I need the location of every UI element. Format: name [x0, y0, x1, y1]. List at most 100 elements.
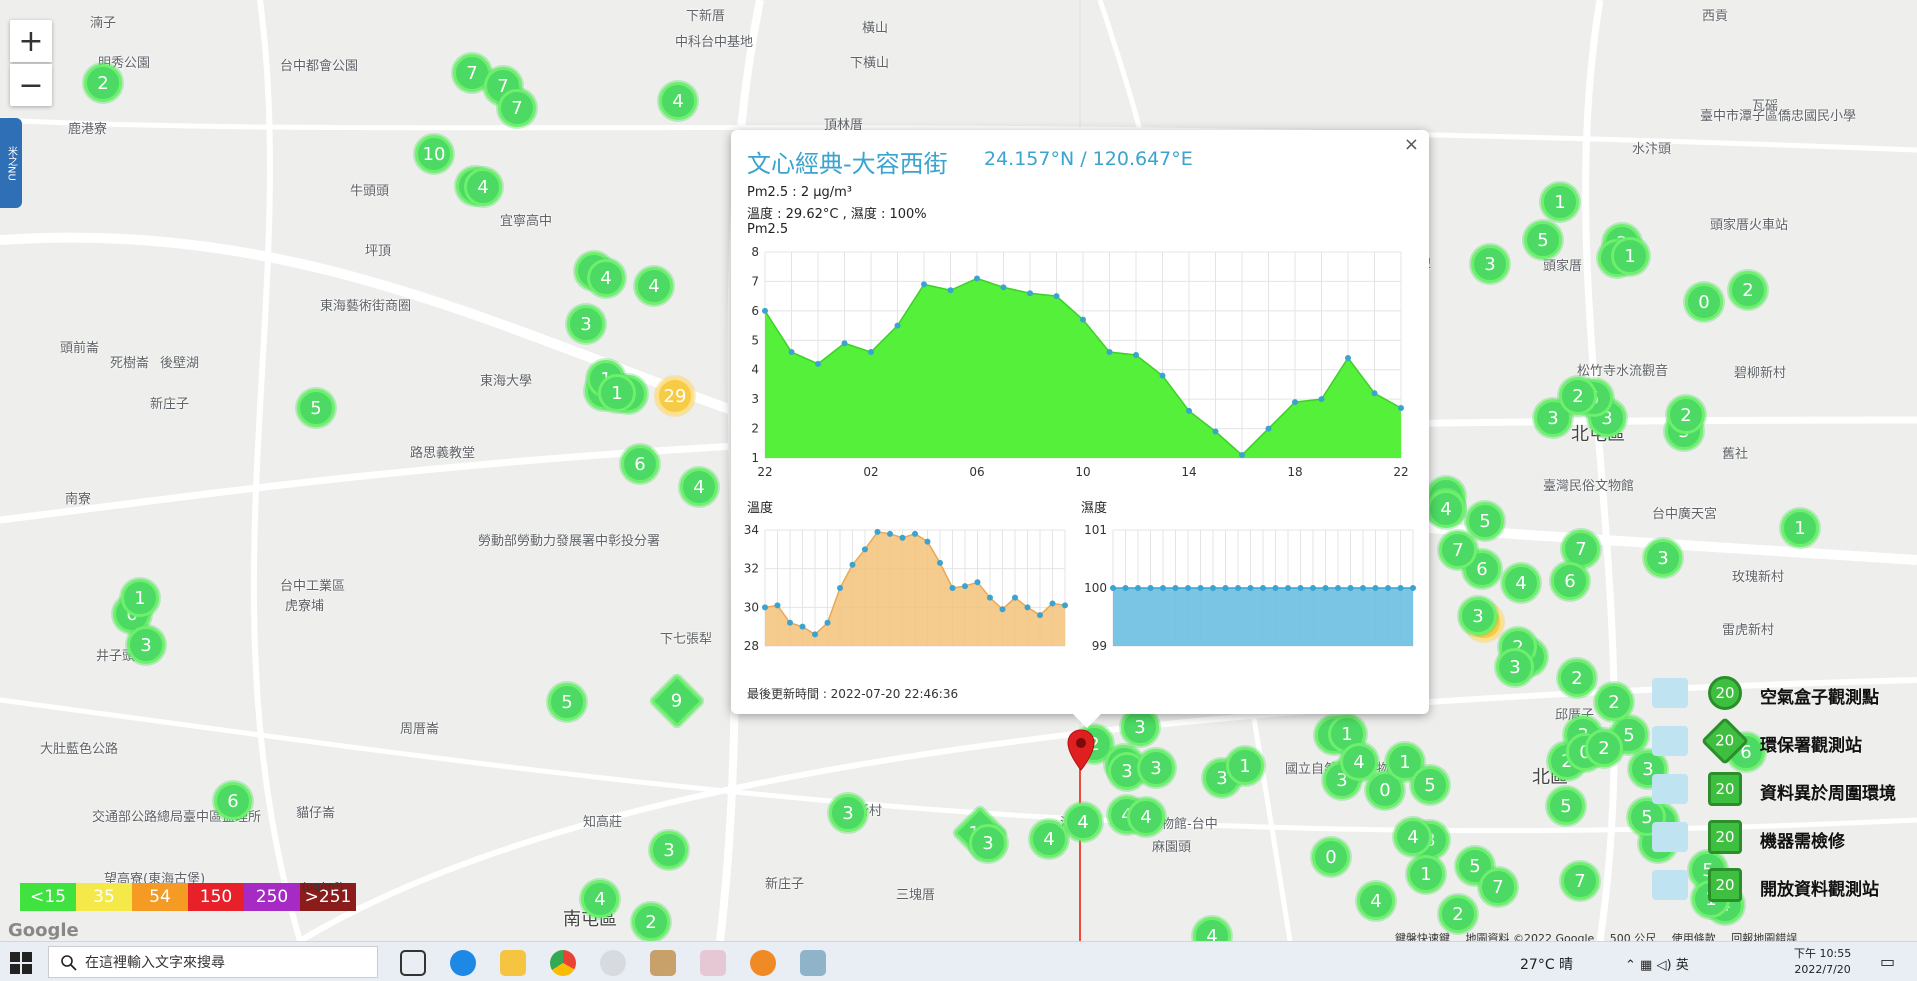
side-panel-tab[interactable]: 米之NU: [0, 118, 22, 208]
station-marker[interactable]: 7: [1439, 531, 1477, 569]
zoom-out-button[interactable]: −: [10, 64, 52, 106]
station-marker[interactable]: 4: [1427, 490, 1465, 528]
station-marker[interactable]: 7: [498, 89, 536, 127]
notification-icon[interactable]: ▭: [1880, 952, 1895, 971]
legend-type-item: 20 開放資料觀測站: [1652, 868, 1912, 904]
station-marker[interactable]: 29: [656, 377, 694, 415]
station-marker[interactable]: 2: [632, 903, 670, 941]
legend-type-label: 空氣盒子觀測點: [1760, 688, 1879, 708]
station-marker-value: 3: [1134, 716, 1146, 738]
station-marker[interactable]: 3: [1137, 749, 1175, 787]
station-marker[interactable]: 5: [297, 389, 335, 427]
data-point: [1133, 352, 1139, 358]
data-point: [937, 559, 943, 566]
station-marker[interactable]: 3: [1496, 648, 1534, 686]
data-point: [1159, 372, 1166, 379]
keyboard-shortcuts-link[interactable]: 鍵盤快速鍵: [1395, 932, 1450, 941]
station-marker[interactable]: 3: [650, 831, 688, 869]
station-marker[interactable]: 1: [598, 374, 636, 412]
blender-icon[interactable]: [750, 950, 776, 976]
station-marker[interactable]: 5: [1466, 502, 1504, 540]
tray-clock[interactable]: 下午 10:55 2022/7/20: [1794, 946, 1851, 978]
station-marker[interactable]: 3: [1471, 245, 1509, 283]
station-marker[interactable]: 1: [121, 579, 159, 617]
edge-icon[interactable]: [450, 950, 476, 976]
map-place-label: 中科台中基地: [675, 35, 754, 50]
station-marker[interactable]: 6: [621, 445, 659, 483]
station-marker[interactable]: 0: [1312, 838, 1350, 876]
station-marker[interactable]: 4: [581, 880, 619, 918]
map-canvas[interactable]: 湳子 明秀公園 鹿港寮 台中都會公園 牛頭頭 坪頂 宜寧高中 東海藝術街商圈 頭前崙 死樹崙 後壁湖…: [0, 0, 1917, 941]
station-marker-value: 7: [1492, 876, 1504, 898]
report-error-link[interactable]: 回報地圖錯誤: [1731, 932, 1797, 941]
station-marker[interactable]: 1: [1541, 183, 1579, 221]
tray-weather[interactable]: 27°C 晴: [1520, 954, 1573, 974]
legend-type-label: 機器需檢修: [1760, 832, 1845, 852]
file-explorer-icon[interactable]: [500, 950, 526, 976]
station-marker[interactable]: 4: [635, 267, 673, 305]
station-marker[interactable]: 2: [1558, 659, 1596, 697]
station-marker[interactable]: 4: [1064, 803, 1102, 841]
data-point: [868, 349, 874, 356]
station-marker[interactable]: 2: [1439, 895, 1477, 933]
station-marker[interactable]: 4: [1502, 564, 1540, 602]
chrome-icon[interactable]: [550, 950, 576, 976]
station-marker[interactable]: 2: [1585, 729, 1623, 767]
station-marker[interactable]: 5: [548, 683, 586, 721]
station-marker[interactable]: 4: [1127, 798, 1165, 836]
windows-start-icon[interactable]: [10, 952, 32, 974]
station-marker[interactable]: 5: [1411, 766, 1449, 804]
station-marker[interactable]: 2: [1729, 271, 1767, 309]
station-marker[interactable]: 5: [1524, 221, 1562, 259]
station-marker[interactable]: 3: [829, 794, 867, 832]
station-marker[interactable]: 4: [587, 259, 625, 297]
station-marker[interactable]: 1: [1407, 855, 1445, 893]
app-icon-1[interactable]: [600, 950, 626, 976]
task-view-icon[interactable]: [400, 950, 426, 976]
legend-type-item: 20 機器需檢修: [1652, 820, 1912, 856]
station-marker[interactable]: 1: [1226, 747, 1264, 785]
station-marker[interactable]: 1: [1781, 509, 1819, 547]
station-marker[interactable]: 10: [415, 135, 453, 173]
terms-link[interactable]: 使用條款: [1672, 932, 1716, 941]
map-place-label: 南寮: [65, 492, 92, 507]
station-marker[interactable]: 6: [1551, 562, 1589, 600]
station-marker[interactable]: 4: [1340, 743, 1378, 781]
chevron-up-icon[interactable]: ⌃: [1625, 958, 1636, 973]
station-marker[interactable]: 3: [1459, 597, 1497, 635]
app-icon-2[interactable]: [650, 950, 676, 976]
station-marker[interactable]: 3: [127, 626, 165, 664]
volume-icon[interactable]: ◁): [1656, 958, 1671, 973]
station-marker-value: 6: [1476, 558, 1488, 580]
taskbar-search-box[interactable]: 在這裡輸入文字來搜尋: [48, 946, 378, 978]
station-marker[interactable]: 2: [1595, 683, 1633, 721]
station-marker[interactable]: 4: [659, 82, 697, 120]
station-marker[interactable]: 1: [1611, 237, 1649, 275]
station-marker[interactable]: 2: [1667, 396, 1705, 434]
station-marker[interactable]: 3: [567, 305, 605, 343]
app-icon-4[interactable]: [800, 950, 826, 976]
station-marker[interactable]: 4: [1357, 882, 1395, 920]
station-marker[interactable]: 2: [84, 64, 122, 102]
station-marker[interactable]: 4: [1394, 818, 1432, 856]
station-marker[interactable]: 7: [1561, 862, 1599, 900]
ime-indicator[interactable]: 英: [1676, 958, 1689, 973]
station-marker[interactable]: 2: [1559, 377, 1597, 415]
station-marker[interactable]: 4: [680, 468, 718, 506]
data-point: [1310, 585, 1316, 591]
station-marker[interactable]: 5: [1547, 787, 1585, 825]
map-place-label: 下七張犁: [660, 632, 713, 647]
station-marker[interactable]: 0: [1685, 283, 1723, 321]
station-marker[interactable]: 6: [214, 782, 252, 820]
station-marker[interactable]: 4: [464, 168, 502, 206]
selected-location-pin[interactable]: [1066, 728, 1096, 772]
station-type-icon: [1652, 774, 1688, 804]
app-icon-3[interactable]: [700, 950, 726, 976]
station-marker[interactable]: 3: [1644, 539, 1682, 577]
station-marker[interactable]: 3: [969, 824, 1007, 862]
network-icon[interactable]: ▦: [1640, 958, 1652, 973]
station-marker[interactable]: 4: [1030, 820, 1068, 858]
station-marker[interactable]: 7: [1479, 868, 1517, 906]
zoom-in-button[interactable]: +: [10, 20, 52, 62]
legend-unit: (μg/m³): [302, 880, 344, 893]
